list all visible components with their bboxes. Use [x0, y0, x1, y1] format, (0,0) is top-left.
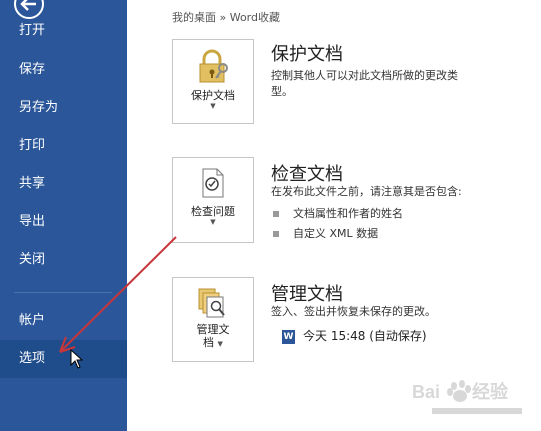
svg-text:Bai: Bai: [412, 382, 440, 402]
baidu-watermark: Bai 经验: [412, 378, 537, 420]
baidu-paw-icon: Bai 经验: [412, 380, 522, 414]
mouse-cursor-icon: [70, 349, 84, 369]
svg-text:经验: 经验: [472, 381, 509, 402]
